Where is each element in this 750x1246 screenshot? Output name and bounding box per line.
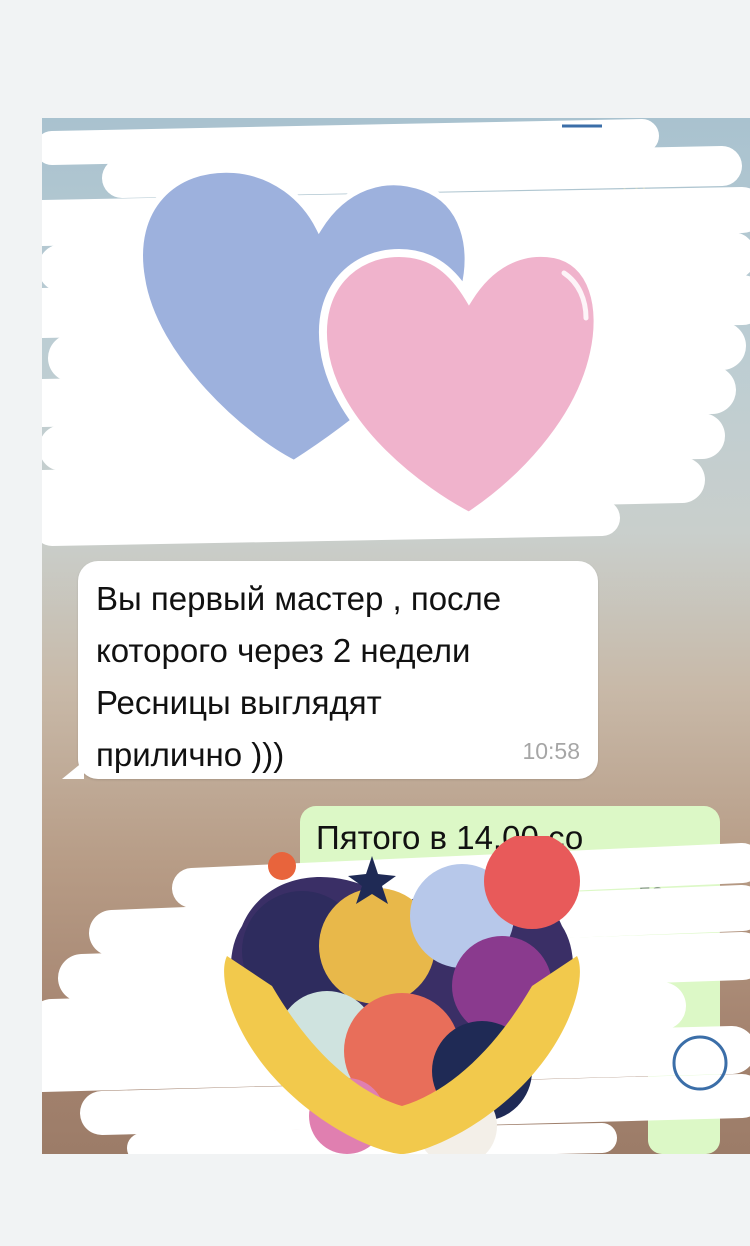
heart-in-hands-sticker bbox=[224, 836, 580, 1154]
hearts-sticker bbox=[137, 166, 594, 521]
chat-screenshot: 59 Вы первый мастер , после которого чер… bbox=[42, 118, 750, 1154]
